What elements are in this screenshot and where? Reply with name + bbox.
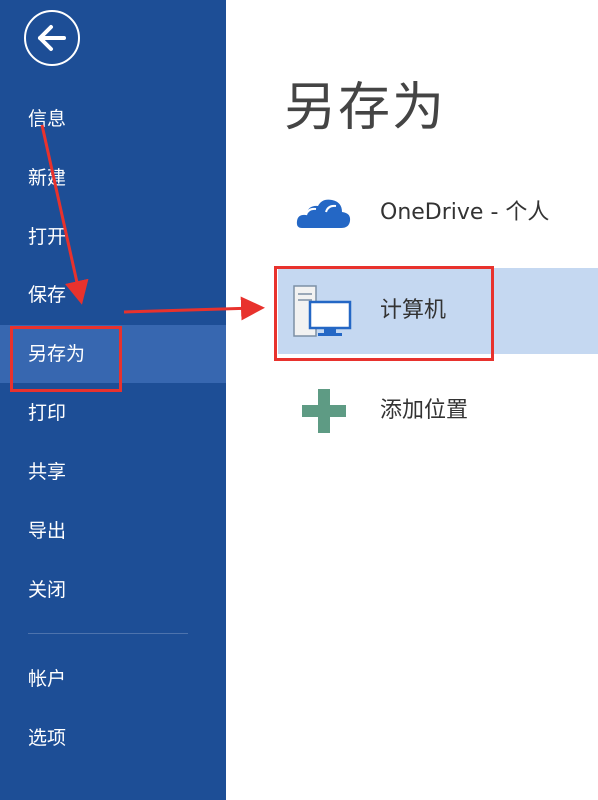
annotation-box-computer (274, 266, 494, 361)
back-arrow-icon (38, 25, 66, 51)
nav-item-options[interactable]: 选项 (0, 709, 226, 767)
nav-item-info[interactable]: 信息 (0, 90, 226, 148)
location-label: 添加位置 (380, 398, 469, 423)
page-title: 另存为 (284, 78, 447, 138)
nav-item-open[interactable]: 打开 (0, 208, 226, 266)
location-onedrive[interactable]: OneDrive - 个人 (284, 170, 598, 256)
nav-item-save[interactable]: 保存 (0, 266, 226, 324)
location-add-place[interactable]: 添加位置 (284, 368, 598, 454)
save-as-panel: 另存为 OneDrive - 个人 计算机 添加位置 (226, 0, 598, 800)
back-button[interactable] (24, 10, 80, 66)
location-label: OneDrive - 个人 (380, 200, 550, 225)
nav-item-account[interactable]: 帐户 (0, 650, 226, 708)
nav-item-close[interactable]: 关闭 (0, 561, 226, 619)
cloud-icon (296, 199, 351, 228)
nav-item-share[interactable]: 共享 (0, 443, 226, 501)
nav-item-new[interactable]: 新建 (0, 149, 226, 207)
nav-item-export[interactable]: 导出 (0, 502, 226, 560)
nav-divider (28, 633, 188, 634)
plus-icon (302, 389, 346, 433)
annotation-box-save-as (10, 326, 122, 392)
nav-item-print[interactable]: 打印 (0, 384, 226, 442)
backstage-sidebar: 信息 新建 打开 保存 另存为 打印 共享 导出 关闭 帐户 选项 (0, 0, 226, 800)
